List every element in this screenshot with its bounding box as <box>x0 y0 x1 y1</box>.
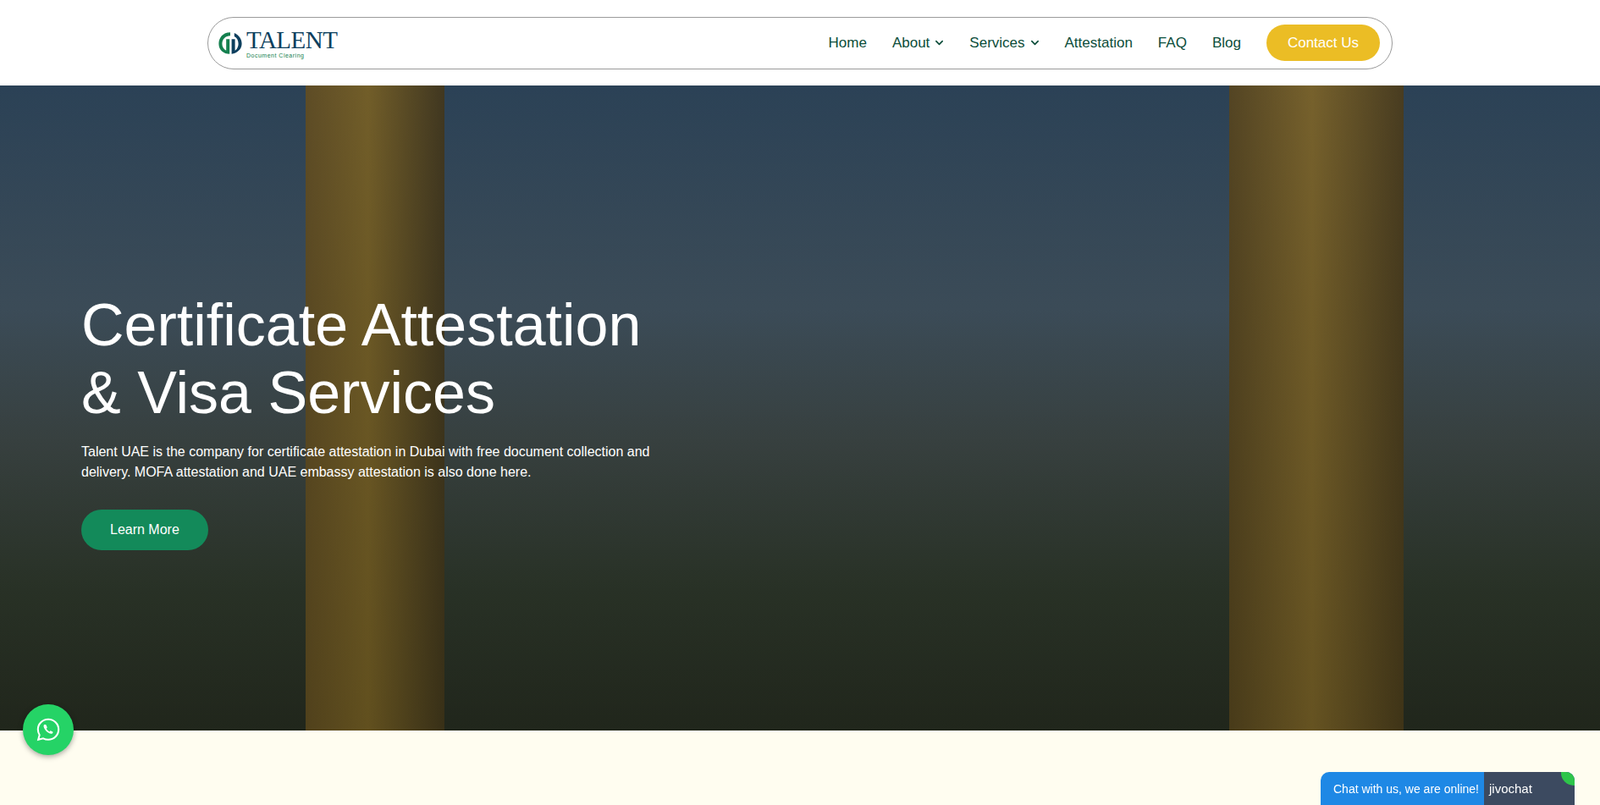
contact-button[interactable]: Contact Us <box>1266 24 1380 62</box>
logo-name: TALENT <box>246 27 337 53</box>
nav-link[interactable]: FAQ <box>1158 32 1187 55</box>
chevron-down-icon <box>1030 38 1040 48</box>
chat-label: Chat with us, we are online! <box>1320 772 1485 805</box>
logo[interactable]: TALENTDocument Clearing <box>216 27 337 59</box>
whatsapp-icon <box>35 717 61 743</box>
hero-title: Certificate Attestation & Visa Services <box>81 291 674 427</box>
hero-content: Certificate Attestation & Visa Services T… <box>81 291 674 551</box>
chat-status-icon <box>1561 772 1575 786</box>
nav-link[interactable]: Home <box>828 32 867 55</box>
whatsapp-button[interactable] <box>22 704 74 756</box>
logo-text: TALENTDocument Clearing <box>246 27 337 59</box>
chat-widget[interactable]: Chat with us, we are online! jivochat <box>1320 772 1575 805</box>
site-header: TALENTDocument Clearing Home About Services… <box>0 0 1600 86</box>
nav-link[interactable]: Blog <box>1212 32 1242 55</box>
nav-link[interactable]: Attestation <box>1064 32 1133 55</box>
nav-link[interactable]: Services <box>969 32 1039 55</box>
chat-brand: jivochat <box>1484 772 1575 805</box>
nav-label: Blog <box>1212 32 1242 55</box>
nav-label: Attestation <box>1064 32 1133 55</box>
chevron-down-icon <box>934 38 944 48</box>
chat-brand-name: jivochat <box>1489 781 1533 796</box>
nav-label: Home <box>828 32 867 55</box>
main-nav: Home About Services Attestation FAQ Blog Conta… <box>828 24 1380 62</box>
logo-tagline: Document Clearing <box>246 52 337 59</box>
nav-link[interactable]: About <box>892 32 944 55</box>
header-bar: TALENTDocument Clearing Home About Services… <box>207 16 1393 70</box>
nav-label: FAQ <box>1158 32 1187 55</box>
hero-section: Certificate Attestation & Visa Services T… <box>0 85 1600 731</box>
hero-text: Talent UAE is the company for certificat… <box>81 441 674 483</box>
logo-icon <box>216 29 244 57</box>
nav-label: Services <box>969 32 1025 55</box>
nav-label: About <box>892 32 930 55</box>
learn-more-button[interactable]: Learn More <box>81 509 209 551</box>
